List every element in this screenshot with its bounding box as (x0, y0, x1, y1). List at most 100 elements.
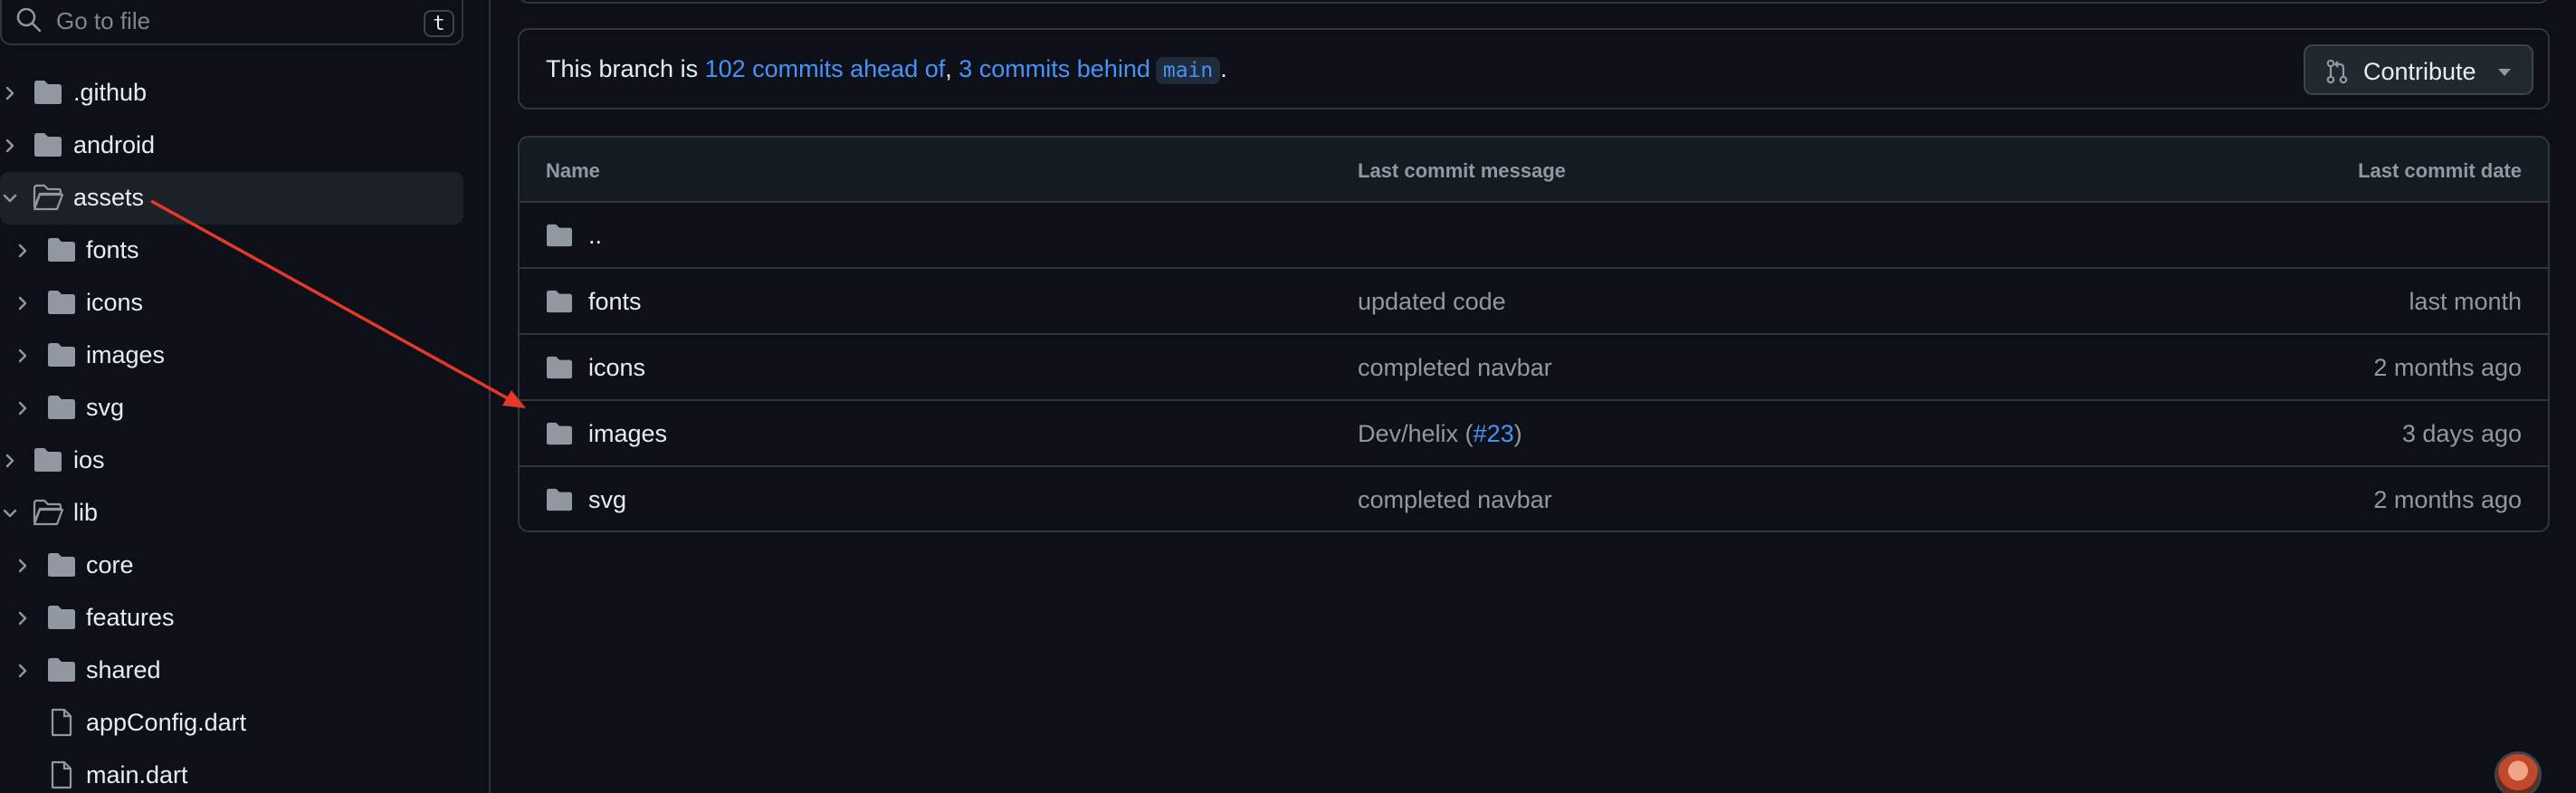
tree-folder-item[interactable]: shared (0, 645, 463, 697)
search-icon (16, 7, 42, 33)
folder-icon (48, 658, 75, 682)
tree-item-label: ios (73, 446, 105, 473)
shortcut-key: t (424, 10, 454, 37)
tree-item-label: shared (86, 656, 161, 683)
tree-item-label: icons (86, 289, 144, 316)
git-pull-request-icon (2326, 59, 2348, 84)
chevron-right-icon[interactable] (13, 398, 33, 418)
chevron-right-icon[interactable] (13, 556, 33, 576)
table-header: Name Last commit message Last commit dat… (520, 138, 2548, 203)
column-header-date: Last commit date (2358, 159, 2522, 182)
tree-item-label: features (86, 604, 175, 631)
commits-behind-link[interactable]: 3 commits behind (959, 55, 1150, 82)
chevron-right-icon[interactable] (13, 293, 33, 313)
tree-file-item[interactable]: appConfig.dart (0, 697, 463, 750)
go-to-file-search[interactable]: Go to file t (0, 0, 463, 45)
folder-icon (48, 291, 75, 314)
commit-message[interactable]: completed navbar (1358, 486, 1552, 514)
contribute-button[interactable]: Contribute (2304, 44, 2533, 95)
tree-item-label: core (86, 551, 134, 578)
avatar[interactable] (2495, 751, 2542, 793)
header-box-edge (518, 0, 2550, 4)
column-header-name: Name (546, 159, 600, 182)
tree-folder-item[interactable]: fonts (0, 225, 463, 277)
table-row[interactable]: icons completed navbar 2 months ago (520, 335, 2548, 401)
folder-icon (48, 396, 75, 419)
commits-ahead-link[interactable]: 102 commits ahead of (705, 55, 946, 82)
folder-icon (48, 553, 75, 577)
folder-icon (48, 606, 75, 629)
tree-folder-item[interactable]: images (0, 330, 463, 382)
file-tree-sidebar: Go to file t .github android assets font… (0, 0, 491, 793)
tree-folder-item[interactable]: svg (0, 382, 463, 435)
base-branch-badge[interactable]: main (1155, 57, 1221, 84)
tree-item-label: main.dart (86, 761, 188, 788)
tree-folder-item[interactable]: assets (0, 172, 463, 225)
chevron-down-icon[interactable] (0, 188, 20, 208)
tree-item-label: android (73, 131, 156, 158)
table-row[interactable]: images Dev/helix (#23) 3 days ago (520, 401, 2548, 467)
tree-item-label: images (86, 341, 166, 368)
table-row[interactable]: .. (520, 203, 2548, 269)
commit-date: 2 months ago (2373, 354, 2522, 381)
tree-file-item[interactable]: main.dart (0, 750, 463, 793)
folder-icon (547, 356, 572, 379)
chevron-down-icon[interactable] (0, 503, 20, 523)
branch-suffix: . (1220, 55, 1227, 82)
commit-date: 2 months ago (2373, 486, 2522, 513)
folder-icon (48, 238, 75, 262)
commit-message[interactable]: completed navbar (1358, 354, 1552, 382)
chevron-right-icon[interactable] (13, 608, 33, 628)
table-row[interactable]: fonts updated code last month (520, 269, 2548, 335)
commit-message[interactable]: Dev/helix (#23) (1358, 420, 1522, 448)
tree-folder-item[interactable]: android (0, 119, 463, 172)
caret-down-icon (2498, 69, 2511, 76)
folder-icon (547, 422, 572, 445)
file-tree: .github android assets fonts icons image… (0, 67, 463, 793)
row-name-link[interactable]: .. (588, 222, 602, 250)
tree-item-label: assets (73, 184, 145, 211)
tree-folder-item[interactable]: .github (0, 67, 463, 119)
folder-icon (34, 81, 62, 104)
directory-table: Name Last commit message Last commit dat… (518, 136, 2550, 532)
contribute-label: Contribute (2363, 58, 2476, 85)
folder-icon (547, 224, 572, 247)
row-name-link[interactable]: fonts (588, 288, 642, 316)
commit-message[interactable]: updated code (1358, 288, 1506, 316)
pull-request-link[interactable]: #23 (1474, 420, 1514, 447)
folder-icon (34, 448, 62, 472)
tree-folder-item[interactable]: features (0, 592, 463, 645)
tree-item-label: .github (73, 79, 148, 106)
row-name-link[interactable]: svg (588, 486, 626, 514)
tree-item-label: appConfig.dart (86, 709, 247, 736)
tree-folder-item[interactable]: lib (0, 487, 463, 540)
file-icon (51, 760, 72, 789)
tree-item-label: fonts (86, 236, 139, 263)
row-name-link[interactable]: images (588, 420, 667, 448)
chevron-right-icon[interactable] (0, 83, 20, 103)
chevron-right-icon[interactable] (0, 136, 20, 156)
tree-folder-item[interactable]: core (0, 540, 463, 592)
commit-date: 3 days ago (2401, 420, 2522, 447)
row-name-link[interactable]: icons (588, 354, 645, 382)
folder-icon (48, 343, 75, 367)
tree-folder-item[interactable]: ios (0, 435, 463, 487)
branch-status-box: This branch is 102 commits ahead of, 3 c… (518, 28, 2550, 110)
commit-date: last month (2409, 288, 2522, 315)
folder-icon (547, 290, 572, 313)
branch-prefix: This branch is (546, 55, 705, 82)
page: Go to file t .github android assets font… (0, 0, 2576, 793)
table-row[interactable]: svg completed navbar 2 months ago (520, 467, 2548, 530)
column-header-message: Last commit message (1358, 159, 1566, 182)
folder-icon (34, 133, 62, 157)
folder-icon (547, 488, 572, 511)
chevron-right-icon[interactable] (13, 346, 33, 366)
chevron-right-icon[interactable] (13, 661, 33, 681)
tree-folder-item[interactable]: icons (0, 277, 463, 330)
chevron-right-icon[interactable] (0, 451, 20, 471)
chevron-right-icon[interactable] (13, 241, 33, 261)
branch-status-text: This branch is 102 commits ahead of, 3 c… (546, 55, 1227, 84)
search-placeholder: Go to file (56, 7, 151, 34)
tree-item-label: svg (86, 394, 125, 421)
branch-separator: , (945, 55, 959, 82)
